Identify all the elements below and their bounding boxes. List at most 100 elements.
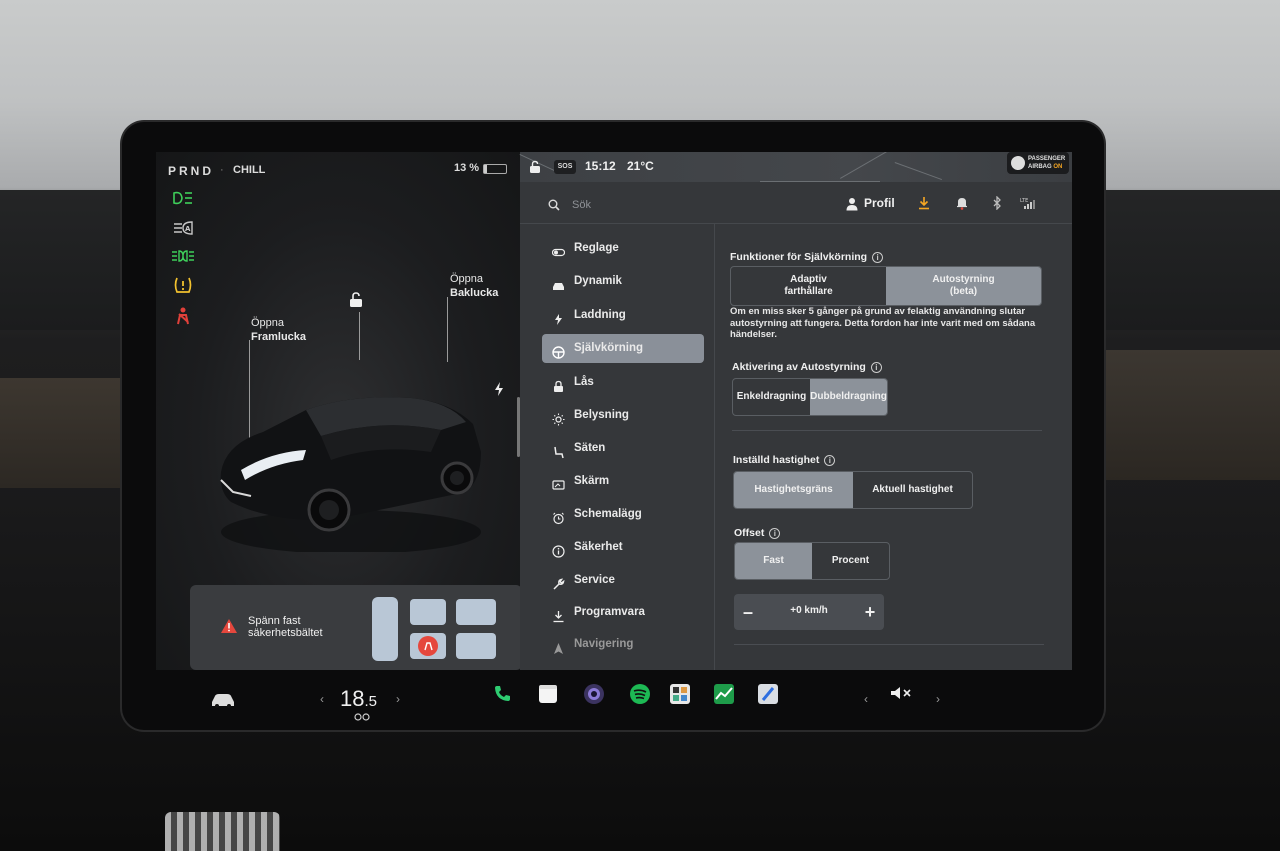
menu-item-dynamik[interactable]: Dynamik	[542, 267, 704, 296]
seatbelt-warning-icon	[170, 306, 196, 326]
map-road	[894, 162, 942, 181]
lock-status-icon[interactable]	[528, 160, 542, 174]
autopilot-settings: Funktioner för Självkörning i Adaptiv fart…	[730, 224, 1050, 670]
menu-item-service[interactable]: Service	[542, 566, 704, 595]
offset-decrease-button[interactable]: –	[736, 600, 760, 624]
info-icon[interactable]: i	[769, 527, 781, 539]
info-icon[interactable]: i	[872, 251, 884, 263]
profile-icon[interactable]	[846, 197, 858, 211]
menu-item-label: Reglage	[574, 242, 619, 254]
menu-item-skärm[interactable]: Skärm	[542, 467, 704, 496]
settings-menu: Reglage Dynamik Laddning Självkörning Lås Bel…	[520, 224, 715, 670]
open-frunk-button[interactable]: Öppna Framlucka	[251, 316, 306, 344]
passenger-airbag-status: PASSENGER AIRBAG ON	[1007, 152, 1069, 174]
autosteer-option[interactable]: Autostyrning (beta)	[886, 267, 1041, 305]
menu-item-label: Lås	[574, 376, 594, 388]
menu-item-belysning[interactable]: Belysning	[542, 401, 704, 430]
temp-increase-chevron[interactable]: ›	[396, 692, 400, 706]
menu-item-label: Säkerhet	[574, 541, 623, 553]
headlights-icon	[170, 190, 196, 210]
car-status-pane: PRND · CHILL 13 % A Öppna Framlucka Öppn…	[156, 152, 522, 670]
airbag-icon	[1011, 156, 1025, 170]
set-speed-title-text: Inställd hastighet	[733, 454, 820, 466]
search-input[interactable]: Sök	[572, 199, 591, 211]
energy-icon[interactable]	[712, 682, 736, 706]
seatbelt-message-line1: Spänn fast	[248, 615, 301, 627]
download-icon	[552, 606, 565, 623]
menu-item-reglage[interactable]: Reglage	[542, 234, 704, 263]
menu-item-label: Skärm	[574, 475, 610, 487]
info-icon[interactable]: i	[870, 361, 882, 373]
air-vent	[165, 812, 280, 851]
volume-muted-icon[interactable]	[890, 686, 912, 703]
menu-item-label: Navigering	[574, 638, 634, 650]
svg-text:LTE: LTE	[1020, 198, 1028, 204]
offset-increase-button[interactable]: +	[858, 600, 882, 624]
car-3d-model	[220, 397, 481, 552]
notification-bell-icon[interactable]	[955, 196, 969, 212]
menu-item-label: Säten	[574, 442, 606, 454]
seatbelt-message: Spänn fast säkerhetsbältet	[248, 615, 323, 639]
toggle-icon	[551, 242, 566, 257]
settings-pane: SOS 15:12 21°C PASSENGER AIRBAG ON Sök P…	[519, 152, 1072, 670]
autosteer-strike-note: Om en miss sker 5 gånger på grund av fel…	[730, 306, 1036, 340]
download-icon[interactable]	[917, 196, 931, 212]
lightning-icon	[552, 309, 565, 325]
features-title: Funktioner för Självkörning i	[730, 251, 884, 263]
menu-item-programvara[interactable]: Programvara	[542, 598, 704, 627]
autosteer-line1: Autostyrning	[932, 274, 995, 285]
gear-selector: PRND	[168, 164, 215, 178]
double-pull-option[interactable]: Dubbeldragning	[810, 379, 887, 415]
outside-temperature: 21°C	[627, 159, 654, 173]
cabin-temperature[interactable]: 18.5	[340, 686, 377, 712]
menu-item-label: Laddning	[574, 309, 626, 321]
navigation-app-icon[interactable]	[756, 682, 780, 706]
tire-pressure-warning-icon	[170, 276, 196, 296]
percent-offset-option[interactable]: Procent	[812, 543, 889, 579]
clock: 15:12	[585, 159, 616, 173]
search-icon[interactable]	[548, 199, 560, 211]
toybox-icon[interactable]	[668, 682, 692, 706]
open-frunk-line2: Framlucka	[251, 331, 307, 343]
volume-down-chevron[interactable]: ‹	[864, 692, 868, 706]
fixed-offset-option[interactable]: Fast	[735, 543, 812, 579]
navigation-icon	[552, 638, 565, 654]
notes-icon[interactable]	[536, 682, 560, 706]
sos-button[interactable]: SOS	[554, 160, 576, 174]
adaptive-cruise-option[interactable]: Adaptiv farthållare	[731, 267, 886, 305]
charge-port-icon[interactable]	[493, 381, 505, 402]
activation-title-text: Aktivering av Autostyrning	[732, 361, 866, 373]
car-controls-icon[interactable]	[210, 692, 236, 708]
open-trunk-line1: Öppna	[450, 273, 484, 285]
menu-item-säkerhet[interactable]: Säkerhet	[542, 533, 704, 562]
bluetooth-icon[interactable]	[990, 195, 1004, 212]
sun-icon	[552, 409, 565, 426]
open-trunk-button[interactable]: Öppna Baklucka	[450, 272, 498, 300]
menu-item-lås[interactable]: Lås	[542, 368, 704, 397]
volume-up-chevron[interactable]: ›	[936, 692, 940, 706]
alarm-clock-icon	[552, 508, 565, 525]
set-speed-title: Inställd hastighet i	[733, 454, 836, 466]
spotify-icon[interactable]	[628, 682, 652, 706]
menu-item-navigering[interactable]: Navigering	[542, 630, 704, 659]
menu-item-laddning[interactable]: Laddning	[542, 301, 704, 330]
profile-button[interactable]: Profil	[864, 196, 895, 210]
lock-icon	[552, 376, 565, 392]
open-frunk-line1: Öppna	[251, 317, 285, 329]
current-speed-option[interactable]: Aktuell hastighet	[853, 472, 972, 508]
info-icon[interactable]: i	[824, 454, 836, 466]
speed-limit-option[interactable]: Hastighetsgräns	[734, 472, 853, 508]
single-pull-option[interactable]: Enkeldragning	[733, 379, 810, 415]
drive-mode-label: CHILL	[233, 164, 266, 176]
offset-selector: Fast Procent	[734, 542, 890, 580]
camera-icon[interactable]	[582, 682, 606, 706]
phone-icon[interactable]	[490, 682, 514, 706]
menu-item-schemalägg[interactable]: Schemalägg	[542, 500, 704, 529]
unlock-icon[interactable]	[349, 292, 363, 313]
menu-item-säten[interactable]: Säten	[542, 434, 704, 463]
menu-item-självkörning[interactable]: Självkörning	[542, 334, 704, 363]
menu-item-label: Dynamik	[574, 275, 622, 287]
wood-trim-left	[0, 378, 140, 488]
airbag-state: ON	[1053, 164, 1063, 170]
temp-decrease-chevron[interactable]: ‹	[320, 692, 324, 706]
